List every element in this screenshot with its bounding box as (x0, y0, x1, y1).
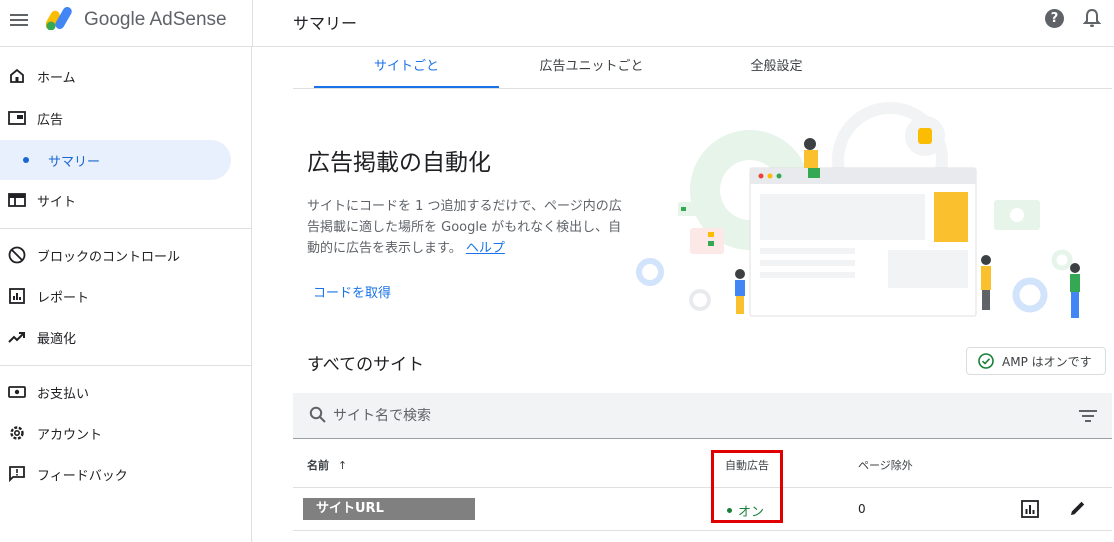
sidebar-item-payments[interactable]: お支払い (0, 372, 240, 412)
sidebar-item-label: ブロックのコントロール (37, 249, 181, 265)
sidebar-item-account[interactable]: アカウント (0, 413, 240, 453)
adsense-logo (46, 7, 72, 30)
sidebar-item-sites[interactable]: サイト (0, 180, 240, 220)
brand-name: Google AdSense (84, 9, 227, 30)
active-dot (23, 157, 29, 163)
sidebar-item-home[interactable]: ホーム (0, 56, 240, 96)
check-circle-icon (978, 353, 994, 369)
gear-icon (8, 424, 26, 442)
site-name-cell[interactable]: サイトURL (303, 498, 475, 520)
page-title: サマリー (293, 14, 358, 33)
column-header-page-exclusions: ページ除外 (858, 459, 913, 472)
sidebar-item-label: アカウント (37, 427, 103, 443)
filter-icon[interactable] (1079, 408, 1097, 424)
sidebar-item-label: サイト (37, 194, 77, 210)
auto-ads-description: サイトにコードを 1 つ追加するだけで、ページ内の広告掲載に適した場所を Goo… (307, 196, 627, 259)
help-link[interactable]: ヘルプ (466, 241, 505, 256)
top-app-bar: Google AdSense サマリー ? (0, 0, 1114, 47)
notifications-bell-icon[interactable] (1083, 8, 1101, 28)
sidebar-item-label: サマリー (48, 154, 101, 170)
sidebar-item-optimization[interactable]: 最適化 (0, 317, 240, 357)
auto-ads-heading: 広告掲載の自動化 (307, 150, 491, 176)
search-icon (309, 406, 326, 423)
sidebar-item-label: ホーム (37, 70, 76, 86)
site-search-bar (293, 393, 1112, 439)
home-icon (8, 67, 26, 85)
sidebar-item-label: レポート (37, 290, 90, 306)
sidebar-item-reports[interactable]: レポート (0, 276, 240, 316)
page-exclusions-count: 0 (858, 502, 866, 516)
annotation-highlight-box (711, 450, 783, 523)
report-icon[interactable] (1021, 500, 1039, 518)
tab-by-ad-unit[interactable]: 広告ユニットごと (499, 47, 684, 88)
get-code-button[interactable]: コードを取得 (313, 282, 391, 301)
sort-arrow-up-icon: ↑ (337, 459, 348, 472)
report-icon (8, 287, 26, 305)
sidebar-item-blocking-controls[interactable]: ブロックのコントロール (0, 235, 240, 275)
table-divider (293, 530, 1112, 531)
sidebar-divider (0, 365, 252, 366)
description-text: サイトにコードを 1 つ追加するだけで、ページ内の広告掲載に適した場所を Goo… (307, 199, 622, 256)
block-icon (8, 246, 26, 264)
sidebar-divider (0, 228, 252, 229)
ads-icon (8, 109, 26, 127)
tab-by-site[interactable]: サイトごと (314, 47, 499, 88)
payments-icon (8, 383, 26, 401)
menu-icon[interactable] (10, 11, 28, 29)
sidebar-item-label: フィードバック (37, 468, 128, 484)
sidebar-item-label: 広告 (37, 112, 64, 128)
sidebar-item-label: 最適化 (37, 331, 77, 347)
tab-general-settings[interactable]: 全般設定 (684, 47, 869, 88)
sidebar-item-summary[interactable]: サマリー (0, 140, 231, 180)
feedback-icon (8, 465, 26, 483)
auto-ads-illustration (636, 102, 1080, 318)
help-icon[interactable]: ? (1045, 9, 1064, 28)
column-header-label: 名前 (307, 459, 329, 472)
amp-status-label: AMP はオンです (1002, 354, 1092, 369)
amp-status-chip[interactable]: AMP はオンです (966, 347, 1106, 375)
top-divider (252, 0, 253, 47)
site-search-input[interactable] (333, 403, 1033, 429)
table-divider (293, 487, 1112, 488)
sidebar: ホーム 広告 サマリー サイト ブロックのコントロール レポート 最適化 お支払… (0, 47, 252, 542)
edit-pencil-icon[interactable] (1069, 499, 1087, 517)
sidebar-item-label: お支払い (37, 386, 90, 402)
tab-bar: サイトごと 広告ユニットごと 全般設定 (293, 47, 1112, 89)
trending-icon (8, 328, 26, 346)
column-header-name[interactable]: 名前 ↑ (307, 457, 347, 473)
all-sites-heading: すべてのサイト (307, 355, 425, 375)
sidebar-item-feedback[interactable]: フィードバック (0, 454, 240, 494)
sidebar-item-ads[interactable]: 広告 (0, 98, 240, 138)
sites-icon (8, 191, 26, 209)
